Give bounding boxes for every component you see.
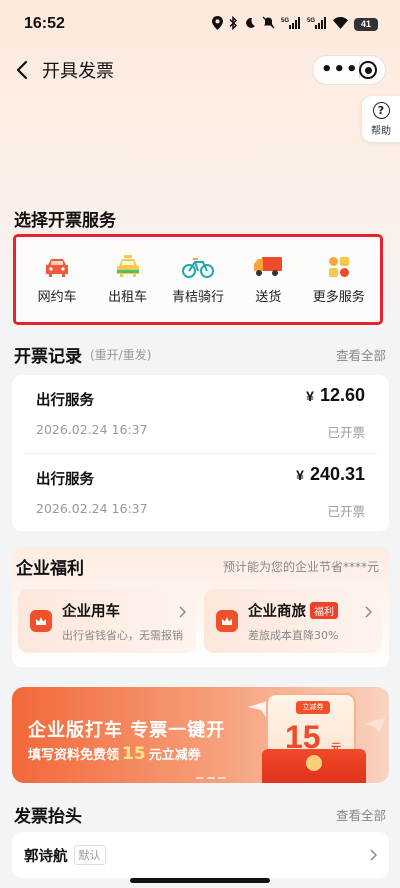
chevron-right-icon: [369, 846, 378, 865]
banner-sub-suffix: 元立减券: [148, 748, 201, 763]
benefit-enterprise-car[interactable]: 企业用车 出行省钱省心，无需报销: [18, 589, 196, 653]
record-name: 出行服务: [36, 393, 94, 409]
home-indicator[interactable]: [130, 878, 270, 883]
chevron-right-icon: [178, 603, 187, 622]
record-status: 已开票: [327, 504, 365, 519]
banner-subtitle: 填写资料免费领 15 元立减券: [28, 744, 201, 764]
wifi-icon: [333, 16, 348, 32]
banner-title: 企业版打车 专票一键开: [28, 720, 226, 741]
records-view-all-link[interactable]: 查看全部: [336, 345, 386, 364]
more-menu-button[interactable]: •••: [321, 61, 359, 79]
benefits-header: 企业福利 预计能为您的企业节省****元: [16, 554, 379, 579]
benefit-desc: 出行省钱省心，无需报销: [62, 629, 183, 642]
service-label: 更多服务: [312, 290, 365, 305]
moon-icon: [244, 17, 256, 32]
crown-icon: [216, 610, 238, 632]
paper-plane-icon: [364, 717, 386, 737]
benefit-desc: 差旅成本直降30%: [248, 629, 339, 642]
mini-program-capsule: •••: [312, 55, 386, 85]
signal-5g-icon: 5G: [281, 16, 301, 32]
help-label: 帮助: [371, 125, 391, 137]
service-item-qingju-bike[interactable]: 青桔骑行: [165, 254, 231, 305]
benefit-title: 企业商旅 福利: [248, 600, 338, 621]
service-item-ride-hailing[interactable]: 网约车: [24, 254, 90, 305]
benefit-badge: 福利: [310, 602, 338, 619]
invoice-header-name: 郭诗航: [24, 848, 68, 865]
service-section-title: 选择开票服务: [14, 211, 116, 231]
records-title: 开票记录: [14, 347, 82, 367]
help-icon: ?: [372, 101, 390, 119]
red-envelope-graphic: [262, 749, 366, 783]
service-item-taxi[interactable]: 出租车: [95, 254, 161, 305]
service-item-delivery[interactable]: 送货: [235, 254, 301, 305]
mute-bell-icon: [262, 16, 275, 32]
service-label: 青桔骑行: [171, 290, 224, 305]
service-label: 出租车: [108, 290, 148, 305]
page-title: 开具发票: [42, 61, 114, 82]
status-icons: 5G 5G 41: [212, 15, 378, 33]
chevron-left-icon: [16, 60, 28, 80]
chevron-right-icon: [364, 603, 373, 622]
service-item-more[interactable]: 更多服务: [306, 254, 372, 305]
default-badge: 默认: [73, 845, 106, 865]
signal-5g-icon-2: 5G: [307, 16, 327, 32]
svg-text:5G: 5G: [307, 18, 315, 24]
records-card: 出行服务 2026.02.24 16:37 ¥12.60 已开票 出行服务 20…: [12, 375, 389, 531]
invoice-header-section: 发票抬头 查看全部: [14, 802, 386, 827]
record-amount: ¥240.31: [296, 464, 365, 485]
page-dot: [196, 777, 204, 779]
benefits-title: 企业福利: [16, 559, 84, 579]
battery-indicator: 41: [354, 17, 378, 31]
record-row[interactable]: 出行服务 2026.02.24 16:37 ¥240.31 已开票: [24, 453, 377, 531]
bike-icon: [181, 254, 214, 280]
record-amount-value: 12.60: [319, 385, 365, 405]
service-label: 网约车: [37, 290, 77, 305]
benefit-title: 企业用车: [62, 600, 120, 621]
car-icon: [41, 254, 73, 280]
record-date: 2026.02.24 16:37: [36, 422, 148, 437]
banner-sub-amount: 15: [122, 744, 146, 764]
truck-icon: [252, 254, 284, 280]
status-bar: 16:52 5G 5G 41: [0, 0, 400, 48]
banner-sub-prefix: 填写资料免费领: [28, 748, 120, 763]
invoice-header-item[interactable]: 郭诗航 默认: [12, 832, 389, 878]
record-amount: ¥12.60: [306, 385, 365, 406]
service-grid: 网约车 出租车 青桔骑行 送货 更多服务: [13, 234, 383, 325]
service-label: 送货: [255, 290, 282, 305]
records-header: 开票记录 (重开/重发) 查看全部: [14, 342, 386, 367]
close-mini-program-button[interactable]: [359, 61, 377, 79]
coupon-tag: 立减券: [296, 701, 330, 714]
records-subtitle: (重开/重发): [90, 348, 152, 362]
benefit-title-text: 企业用车: [62, 604, 120, 620]
svg-text:5G: 5G: [281, 18, 289, 24]
envelope-seal: [306, 755, 322, 771]
back-button[interactable]: [10, 58, 34, 82]
status-time: 16:52: [24, 15, 65, 32]
invoice-header-title: 发票抬头: [14, 807, 82, 827]
record-amount-value: 240.31: [309, 464, 365, 484]
record-date: 2026.02.24 16:37: [36, 501, 148, 516]
banner-page-indicator: [196, 777, 226, 779]
bluetooth-icon: [229, 15, 238, 33]
taxi-icon: [112, 254, 144, 280]
crown-icon: [30, 610, 52, 632]
benefit-enterprise-travel[interactable]: 企业商旅 福利 差旅成本直降30%: [204, 589, 382, 653]
benefits-savings-note: 预计能为您的企业节省****元: [222, 560, 379, 574]
page-dot: [207, 777, 215, 779]
enterprise-promo-banner[interactable]: 企业版打车 专票一键开 填写资料免费领15元立减券 立减券 15 元: [12, 687, 389, 783]
record-status: 已开票: [327, 425, 365, 440]
nav-bar: 开具发票 •••: [0, 48, 400, 92]
invoice-header-view-all-link[interactable]: 查看全部: [336, 805, 386, 824]
currency-symbol: ¥: [306, 388, 314, 404]
page-dot: [218, 777, 226, 779]
location-icon: [212, 15, 223, 33]
help-button[interactable]: ? 帮助: [362, 96, 400, 142]
record-row[interactable]: 出行服务 2026.02.24 16:37 ¥12.60 已开票: [24, 375, 377, 453]
benefit-title-text: 企业商旅: [248, 604, 306, 620]
currency-symbol: ¥: [296, 467, 304, 483]
more-services-icon: [323, 254, 355, 280]
record-name: 出行服务: [36, 472, 94, 488]
benefits-card: 企业福利 预计能为您的企业节省****元 企业用车 出行省钱省心，无需报销 企业…: [12, 547, 389, 667]
